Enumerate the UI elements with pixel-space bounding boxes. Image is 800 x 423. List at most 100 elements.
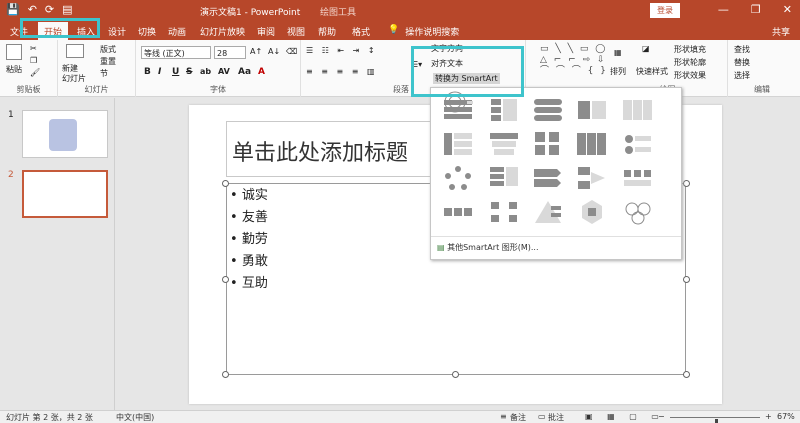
smartart-layout-option[interactable] [621,198,655,226]
language-indicator[interactable]: 中文(中国) [116,412,154,423]
shadow-button[interactable]: ab [200,67,211,76]
bullet-item[interactable]: 勇敢 [230,251,268,273]
smartart-layout-option[interactable] [531,96,565,124]
redo-icon[interactable]: ⟳ [45,3,54,16]
smartart-layout-option[interactable] [531,198,565,226]
smartart-layout-option[interactable] [441,164,475,192]
tab-animations[interactable]: 动画 [168,25,186,38]
zoom-in-icon[interactable]: + [765,412,772,421]
slide-thumbnail-2[interactable] [22,170,108,218]
undo-icon[interactable]: ↶ [28,3,37,16]
notes-button[interactable]: 备注 [510,412,526,423]
smartart-layout-option[interactable] [621,130,655,158]
strikethrough-button[interactable]: S [186,67,192,77]
bullet-item[interactable]: 勤劳 [230,229,268,251]
zoom-slider[interactable] [670,417,760,423]
find-button[interactable]: 查找 [734,44,750,55]
grow-font-icon[interactable]: A↑ [250,47,262,56]
clear-format-icon[interactable]: ⌫ [286,47,297,56]
editing-group: 查找 替换 选择 编辑 [728,40,796,97]
smartart-layout-option[interactable] [441,198,475,226]
section-button[interactable]: 节 [100,68,108,79]
bullet-item[interactable]: 诚实 [230,185,268,207]
save-icon[interactable]: 💾 [6,3,20,16]
smartart-layout-option[interactable] [575,164,609,192]
replace-button[interactable]: 替换 [734,57,750,68]
bullet-item[interactable]: 互助 [230,273,268,295]
font-name-select[interactable]: 等线 (正文) [141,46,211,59]
smartart-layout-option[interactable] [575,96,609,124]
smartart-layout-option[interactable] [575,130,609,158]
resize-handle[interactable] [683,276,690,283]
align-buttons[interactable]: ≡ ≡ ≡ ≡ ▥ [306,67,378,76]
slide-thumbnail-1[interactable] [22,110,108,158]
cut-icon[interactable]: ✂ [30,44,37,53]
bullet-item[interactable]: 友善 [230,207,268,229]
login-button[interactable]: 登录 [650,3,680,18]
smartart-layout-option[interactable] [621,164,655,192]
close-icon[interactable]: ✕ [783,3,792,16]
comments-button[interactable]: 批注 [548,412,564,423]
lightbulb-icon: 💡 [388,25,400,35]
shapes-gallery[interactable]: ▭ ╲ ╲ ▭ ◯ △ ⌐ ⌐ ⇨ ⇩ ⌒ ⌒ ⌒ { } [540,44,610,77]
format-painter-icon[interactable]: 🖌 [30,68,40,77]
paste-button[interactable] [6,44,24,60]
view-buttons[interactable]: ▣ ▦ ▢ ▭ [585,412,665,421]
tab-review[interactable]: 审阅 [257,25,275,38]
quick-styles-button[interactable]: 快速样式 [636,66,668,77]
dropdown-divider [431,236,681,237]
italic-button[interactable]: I [158,67,161,77]
copy-icon[interactable]: ❐ [30,56,37,65]
tab-transitions[interactable]: 切换 [138,25,156,38]
resize-handle[interactable] [222,371,229,378]
quick-styles-icon[interactable]: ◪ [642,44,650,53]
resize-handle[interactable] [452,371,459,378]
shrink-font-icon[interactable]: A↓ [268,47,280,56]
shape-outline-button[interactable]: 形状轮廓 [674,57,706,68]
layout-button[interactable]: 版式 [100,44,116,55]
slide-title[interactable]: 单击此处添加标题 [232,135,408,167]
zoom-out-icon[interactable]: − [658,412,665,421]
resize-handle[interactable] [222,180,229,187]
char-spacing-button[interactable]: AV [218,67,230,76]
share-button[interactable]: 共享 [772,25,790,38]
zoom-slider-thumb[interactable] [715,419,718,423]
restore-icon[interactable]: ❐ [751,3,761,16]
arrange-button[interactable]: 排列 [610,66,626,77]
tab-view[interactable]: 视图 [287,25,305,38]
font-size-select[interactable]: 28 [214,46,246,59]
tab-help[interactable]: 帮助 [318,25,336,38]
zoom-level[interactable]: 67% [777,412,795,421]
tab-slideshow[interactable]: 幻灯片放映 [200,25,245,38]
bullet-list[interactable]: 诚实 友善 勤劳 勇敢 互助 [230,185,268,295]
shape-fill-button[interactable]: 形状填充 [674,44,706,55]
present-icon[interactable]: ▤ [62,3,72,16]
select-button[interactable]: 选择 [734,70,750,81]
smartart-layout-option[interactable] [487,96,521,124]
tab-format[interactable]: 格式 [352,25,370,38]
resize-handle[interactable] [683,180,690,187]
shape-effects-button[interactable]: 形状效果 [674,70,706,81]
change-case-button[interactable]: Aa [238,67,251,77]
smartart-layout-option[interactable] [621,96,655,124]
reset-button[interactable]: 重置 [100,56,116,67]
smartart-layout-option[interactable] [487,198,521,226]
tab-design[interactable]: 设计 [108,25,126,38]
resize-handle[interactable] [683,371,690,378]
resize-handle[interactable] [222,276,229,283]
smartart-layout-option[interactable] [575,198,609,226]
font-color-button[interactable]: A [258,67,265,77]
list-buttons[interactable]: ☰ ☷ ⇤ ⇥ ↕ [306,46,378,55]
new-slide-button[interactable] [66,44,86,58]
smartart-layout-option[interactable] [487,164,521,192]
minimize-icon[interactable]: — [718,3,729,16]
more-smartart-link[interactable]: ▤ 其他SmartArt 图形(M)... [437,242,539,253]
tell-me-search[interactable]: 💡 操作说明搜索 [388,25,459,38]
underline-button[interactable]: U [172,67,179,77]
smartart-layout-option[interactable] [531,164,565,192]
smartart-layout-option[interactable] [531,130,565,158]
bold-button[interactable]: B [144,67,151,77]
smartart-layout-option[interactable] [441,130,475,158]
smartart-layout-option[interactable] [487,130,521,158]
arrange-icon[interactable]: ▦ [614,48,622,57]
